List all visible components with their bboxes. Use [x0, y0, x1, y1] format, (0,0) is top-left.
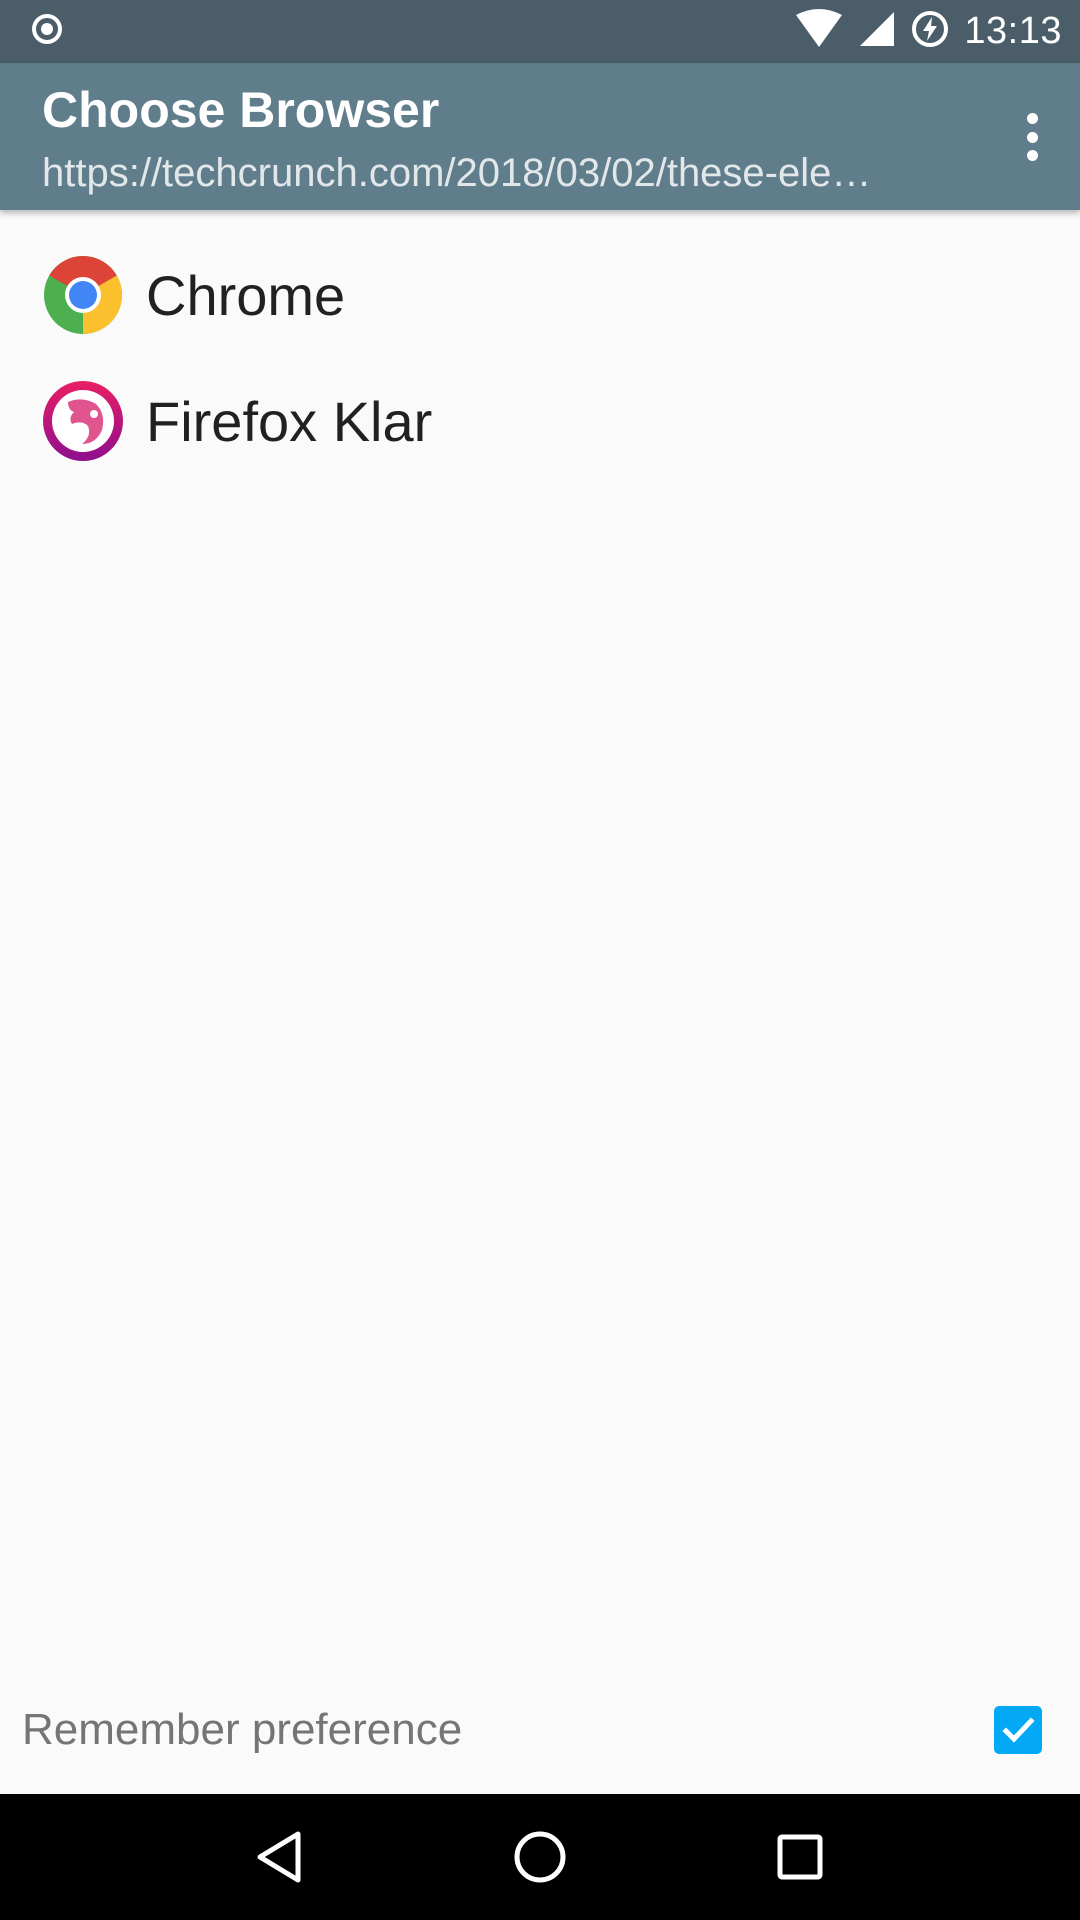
status-right: 13:13	[794, 9, 1062, 54]
menu-dot	[1026, 150, 1038, 161]
firefox-klar-icon	[42, 380, 124, 462]
menu-dot	[1026, 113, 1038, 124]
remember-preference-checkbox[interactable]	[994, 1706, 1042, 1754]
status-time: 13:13	[964, 10, 1062, 52]
cell-signal-icon	[858, 10, 896, 53]
remember-preference-row[interactable]: Remember preference	[0, 1680, 1080, 1780]
home-icon[interactable]	[500, 1817, 580, 1897]
status-left	[30, 12, 64, 51]
recents-icon[interactable]	[760, 1817, 840, 1897]
screen: 13:13 Choose Browser https://techcrunch.…	[0, 0, 1080, 1920]
battery-charging-icon	[910, 9, 950, 54]
checkmark-icon	[1002, 1717, 1035, 1743]
browser-label: Chrome	[146, 263, 346, 327]
browser-item-firefox-klar[interactable]: Firefox Klar	[0, 358, 1080, 484]
status-bar: 13:13	[0, 0, 1080, 63]
browser-list: Chrome Firefox Klar	[0, 210, 1080, 484]
back-icon[interactable]	[240, 1817, 320, 1897]
overflow-menu-icon[interactable]	[1014, 105, 1050, 169]
page-title: Choose Browser	[42, 82, 440, 138]
record-icon	[30, 12, 64, 51]
chrome-icon	[42, 254, 124, 336]
app-bar: Choose Browser https://techcrunch.com/20…	[0, 63, 1080, 210]
browser-item-chrome[interactable]: Chrome	[0, 232, 1080, 358]
url-subtitle: https://techcrunch.com/2018/03/02/these-…	[42, 151, 872, 195]
navigation-bar	[0, 1794, 1080, 1920]
browser-label: Firefox Klar	[146, 389, 433, 453]
remember-preference-label: Remember preference	[22, 1705, 463, 1754]
menu-dot	[1026, 131, 1038, 143]
wifi-icon	[794, 9, 844, 54]
